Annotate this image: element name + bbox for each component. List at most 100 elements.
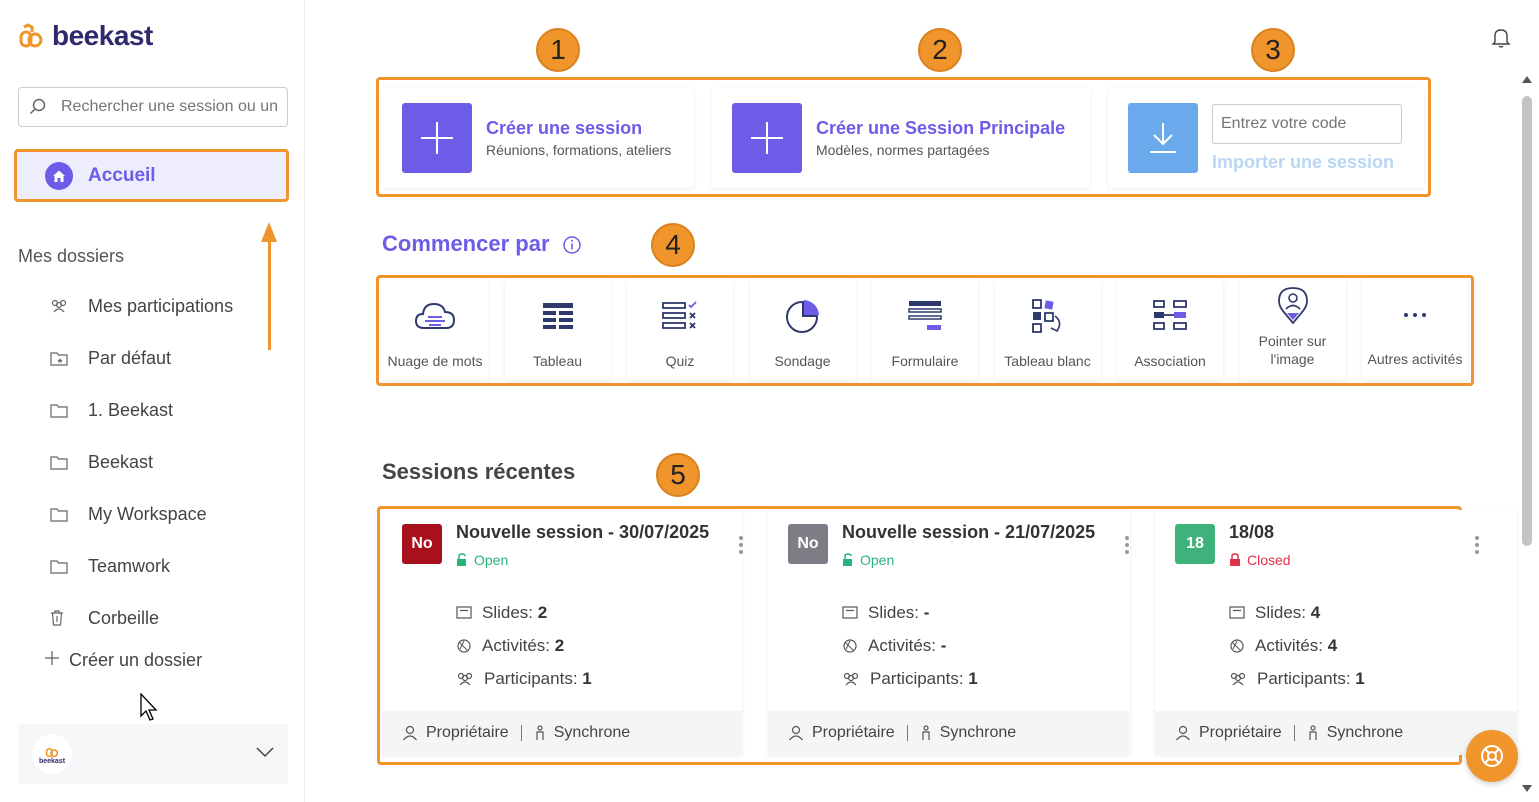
search-icon bbox=[29, 98, 46, 115]
session-status-label: Closed bbox=[1247, 552, 1291, 568]
activity-label: Association bbox=[1134, 353, 1206, 369]
session-title[interactable]: 18/08 bbox=[1229, 522, 1274, 543]
lock-icon bbox=[1230, 553, 1240, 566]
folder-list: Mes participations Par défaut 1. Beekast… bbox=[50, 280, 233, 644]
session-stats: Slides: 4 Activités: 4 Participants: 1 bbox=[1229, 596, 1365, 695]
sidebar-item-participations[interactable]: Mes participations bbox=[50, 280, 233, 332]
user-icon bbox=[789, 725, 803, 741]
sidebar-item-label: My Workspace bbox=[88, 503, 207, 524]
sidebar-item-my-workspace[interactable]: My Workspace bbox=[50, 488, 233, 540]
activity-poll[interactable]: Sondage bbox=[749, 280, 856, 380]
folder-icon bbox=[50, 507, 88, 522]
plus-icon bbox=[44, 650, 60, 671]
scrollbar[interactable] bbox=[1519, 72, 1535, 802]
sidebar-item-beekast[interactable]: Beekast bbox=[50, 436, 233, 488]
account-avatar: beekast bbox=[32, 734, 72, 774]
slides-icon bbox=[1229, 606, 1245, 619]
session-menu-icon[interactable] bbox=[1475, 536, 1481, 554]
create-folder-label: Créer un dossier bbox=[69, 650, 203, 670]
session-title[interactable]: Nouvelle session - 21/07/2025 bbox=[842, 522, 1095, 543]
activity-quiz[interactable]: Quiz bbox=[627, 280, 733, 380]
activity-list: Nuage de mots Tableau Quiz Sondage Formu… bbox=[382, 280, 1485, 380]
session-role: Propriétaire bbox=[812, 724, 895, 741]
stat-label: Participants: bbox=[1257, 668, 1351, 688]
more-icon bbox=[1403, 280, 1427, 350]
session-card[interactable]: No Nouvelle session - 30/07/2025 Open Sl… bbox=[382, 510, 745, 755]
session-code-input[interactable] bbox=[1212, 103, 1402, 144]
search-input[interactable] bbox=[61, 98, 281, 116]
start-section-title: Commencer par bbox=[382, 231, 582, 257]
activity-label: Nuage de mots bbox=[387, 353, 483, 369]
recent-sessions-title: Sessions récentes bbox=[382, 459, 576, 484]
annotation-badge-1: 1 bbox=[536, 28, 580, 72]
annotation-arrow bbox=[268, 236, 271, 350]
sidebar-item-trash[interactable]: Corbeille bbox=[50, 592, 233, 644]
session-avatar: No bbox=[402, 524, 442, 564]
activity-word-cloud[interactable]: Nuage de mots bbox=[382, 280, 488, 380]
sidebar-item-label: Accueil bbox=[88, 164, 156, 186]
activity-whiteboard[interactable]: Tableau blanc bbox=[994, 280, 1101, 380]
create-main-session-card[interactable]: Créer une Session Principale Modèles, no… bbox=[712, 88, 1090, 188]
activity-label: Autres activités bbox=[1367, 351, 1463, 367]
session-card[interactable]: 18 18/08 Closed Slides: 4 Activités: 4 P… bbox=[1155, 510, 1517, 755]
person-icon bbox=[1309, 725, 1317, 740]
sidebar-item-1-beekast[interactable]: 1. Beekast bbox=[50, 384, 233, 436]
help-lifebuoy-icon bbox=[1481, 745, 1503, 767]
create-session-card[interactable]: Créer une session Réunions, formations, … bbox=[382, 88, 694, 188]
activity-label: Tableau bbox=[532, 353, 583, 369]
import-session-link[interactable]: Importer une session bbox=[1212, 152, 1402, 173]
stat-activities: Activités: - bbox=[842, 629, 978, 662]
info-icon[interactable] bbox=[562, 235, 582, 255]
stat-label: Slides: bbox=[482, 602, 534, 622]
create-folder-button[interactable]: Créer un dossier bbox=[44, 650, 202, 671]
session-menu-icon[interactable] bbox=[739, 536, 745, 554]
whiteboard-icon bbox=[1031, 280, 1065, 352]
scroll-down-icon[interactable] bbox=[1521, 784, 1533, 794]
activity-image-pin[interactable]: Pointer sur l'image bbox=[1239, 280, 1346, 380]
mouse-cursor-icon bbox=[140, 693, 158, 721]
session-footer: Propriétaire Synchrone bbox=[1155, 711, 1517, 755]
sidebar-item-home[interactable]: Accueil bbox=[14, 149, 289, 202]
stat-value: 2 bbox=[554, 635, 565, 655]
activity-form[interactable]: Formulaire bbox=[872, 280, 978, 380]
session-mode: Synchrone bbox=[939, 724, 1017, 741]
annotation-badge-2: 2 bbox=[918, 28, 962, 72]
sidebar-item-teamwork[interactable]: Teamwork bbox=[50, 540, 233, 592]
session-menu-icon[interactable] bbox=[1125, 536, 1131, 554]
account-switcher[interactable]: beekast bbox=[18, 724, 288, 784]
pie-icon bbox=[785, 280, 821, 352]
notification-bell-icon[interactable] bbox=[1491, 27, 1511, 49]
chevron-down-icon[interactable] bbox=[256, 746, 274, 758]
stat-label: Participants: bbox=[484, 668, 578, 688]
stat-label: Activités: bbox=[1255, 635, 1324, 655]
activity-table[interactable]: Tableau bbox=[504, 280, 611, 380]
session-avatar: No bbox=[788, 524, 828, 564]
session-card[interactable]: No Nouvelle session - 21/07/2025 Open Sl… bbox=[768, 510, 1130, 755]
create-main-session-subtitle: Modèles, normes partagées bbox=[816, 142, 990, 158]
scroll-up-icon[interactable] bbox=[1521, 74, 1533, 84]
session-footer: Propriétaire Synchrone bbox=[382, 711, 742, 755]
activity-association[interactable]: Association bbox=[1117, 280, 1223, 380]
beekast-logo[interactable]: beekast bbox=[18, 20, 153, 52]
annotation-badge-3: 3 bbox=[1251, 28, 1295, 72]
activity-more[interactable]: Autres activités bbox=[1362, 280, 1468, 380]
plus-icon bbox=[732, 103, 802, 173]
help-button[interactable] bbox=[1466, 730, 1518, 782]
session-status: Open bbox=[842, 552, 894, 568]
sidebar-item-label: Par défaut bbox=[88, 347, 172, 368]
plus-icon bbox=[402, 103, 472, 173]
home-icon bbox=[45, 161, 73, 190]
stat-participants: Participants: 1 bbox=[456, 662, 592, 695]
stat-label: Activités: bbox=[482, 635, 551, 655]
association-icon bbox=[1153, 280, 1187, 352]
scroll-thumb[interactable] bbox=[1522, 96, 1532, 546]
download-icon bbox=[1128, 103, 1198, 173]
sidebar-item-label: Teamwork bbox=[88, 555, 171, 576]
session-title[interactable]: Nouvelle session - 30/07/2025 bbox=[456, 522, 709, 543]
star-folder-icon bbox=[50, 351, 88, 366]
search-box[interactable] bbox=[18, 87, 288, 127]
folder-icon bbox=[50, 455, 88, 470]
sidebar-item-default[interactable]: Par défaut bbox=[50, 332, 233, 384]
sidebar-item-label: Mes participations bbox=[88, 295, 234, 316]
stat-value: - bbox=[940, 635, 947, 655]
